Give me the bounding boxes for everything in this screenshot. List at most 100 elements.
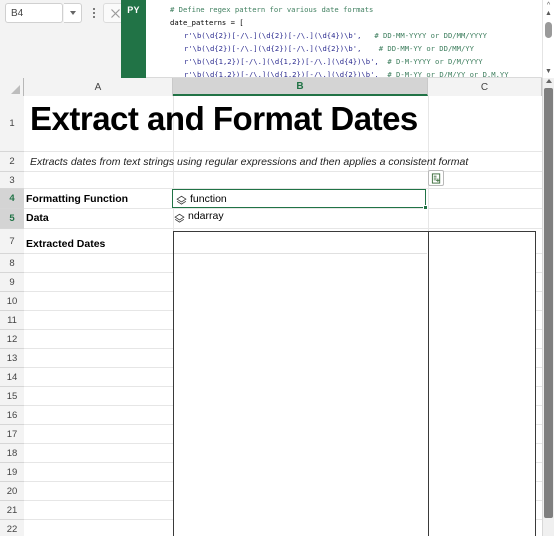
paste-options-icon[interactable] — [428, 170, 444, 186]
code-token: # D-M-YYYY or D/M/YYYY — [378, 57, 483, 66]
row-header-label: 4 — [9, 193, 15, 204]
scroll-up-arrow-icon[interactable] — [546, 79, 552, 83]
cell-value-function: function — [190, 192, 227, 205]
grid-line-horizontal — [24, 208, 542, 209]
column-header-label: B — [296, 80, 304, 92]
row-header-label: 11 — [7, 314, 17, 326]
python-code-editor[interactable]: # Define regex pattern for various date … — [146, 0, 542, 78]
code-line: r'\b(\d{2})[-/\.](\d{2})[-/\.](\d{2})\b'… — [146, 42, 542, 55]
vertical-scroll-thumb[interactable] — [544, 88, 553, 518]
row-header-label: 14 — [6, 371, 18, 383]
code-token: # DD-MM-YY or DD/MM/YY — [361, 44, 474, 53]
scroll-up-arrow-icon[interactable]: ▲ — [545, 10, 552, 18]
kebab-menu-icon — [93, 16, 95, 18]
scroll-collapse-icon[interactable]: ^ — [547, 2, 550, 10]
row-header-4[interactable]: 4 — [0, 189, 24, 209]
row-header-label: 18 — [6, 447, 18, 459]
row-header-9[interactable]: 9 — [0, 273, 24, 292]
code-token: r'\b(\d{1,2})[-/\.](\d{1,2})[-/\.](\d{4}… — [184, 57, 379, 66]
grid-line-horizontal — [24, 151, 542, 152]
row-header-16[interactable]: 16 — [0, 406, 24, 425]
code-token: r'\b(\d{1,2})[-/\.](\d{1,2})[-/\.](\d{2}… — [184, 70, 379, 78]
code-token: r'\b(\d{2})[-/\.](\d{2})[-/\.](\d{2})\b'… — [184, 44, 362, 53]
column-header-label: C — [480, 81, 489, 93]
row-header-label: 8 — [9, 257, 15, 269]
row-header-18[interactable]: 18 — [0, 444, 24, 463]
formula-scroll-thumb[interactable] — [545, 22, 552, 38]
row-header-10[interactable]: 10 — [0, 292, 24, 311]
name-box[interactable]: B4 — [5, 3, 63, 23]
row-header-label: 17 — [6, 428, 18, 440]
row-header-label: 13 — [6, 352, 18, 364]
label-data: Data — [26, 212, 49, 224]
excel-python-window: B4 PY # Define regex pattern for various… — [0, 0, 554, 536]
column-header-a[interactable]: A — [24, 78, 173, 96]
row-header-22[interactable]: 22 — [0, 520, 24, 536]
page-subtitle: Extracts dates from text strings using r… — [30, 156, 469, 168]
name-box-dropdown-button[interactable] — [64, 3, 82, 23]
row-header-label: 12 — [6, 333, 18, 345]
row-header-label: 7 — [9, 235, 15, 247]
python-badge-label: PY — [127, 5, 140, 15]
grid-line-horizontal — [24, 171, 542, 172]
python-object-diamond-icon — [176, 193, 187, 205]
row-header-7[interactable]: 7 — [0, 229, 24, 254]
row-header-label: 21 — [6, 504, 18, 516]
row-header-label: 9 — [9, 276, 15, 288]
row-header-11[interactable]: 11 — [0, 311, 24, 330]
cell-b5-data[interactable]: ndarray — [174, 210, 224, 223]
fill-handle[interactable] — [423, 205, 428, 210]
row-header-label: 20 — [6, 485, 18, 497]
formula-bar-more-options-button[interactable] — [88, 4, 100, 22]
column-header-c[interactable]: C — [428, 78, 542, 96]
code-line: date_patterns = [ — [146, 16, 542, 29]
select-all-corner-button[interactable] — [0, 78, 24, 96]
row-header-label: 22 — [6, 523, 18, 535]
row-headers: 123457891011121314151617181920212223 — [0, 96, 24, 536]
row-header-13[interactable]: 13 — [0, 349, 24, 368]
row-header-label: 1 — [9, 118, 15, 129]
row-header-label: 3 — [9, 174, 15, 186]
cell-value-ndarray: ndarray — [188, 210, 224, 222]
column-headers: A B C — [0, 78, 542, 96]
name-box-value: B4 — [11, 7, 24, 19]
row-header-label: 15 — [6, 390, 18, 402]
row-header-8[interactable]: 8 — [0, 254, 24, 273]
kebab-menu-icon — [93, 8, 95, 10]
row-header-14[interactable]: 14 — [0, 368, 24, 387]
row-header-label: 10 — [6, 295, 18, 307]
chevron-down-icon — [69, 11, 76, 15]
row-header-17[interactable]: 17 — [0, 425, 24, 444]
scroll-down-arrow-icon[interactable]: ▼ — [545, 68, 552, 76]
row-header-2[interactable]: 2 — [0, 152, 24, 172]
formula-bar-region: B4 PY # Define regex pattern for various… — [0, 0, 554, 78]
kebab-menu-icon — [93, 12, 95, 14]
row-header-3[interactable]: 3 — [0, 172, 24, 189]
row-header-15[interactable]: 15 — [0, 387, 24, 406]
code-token: # DD-MM-YYYY or DD/MM/YYYY — [361, 31, 487, 40]
row-header-20[interactable]: 20 — [0, 482, 24, 501]
row-header-12[interactable]: 12 — [0, 330, 24, 349]
row-header-19[interactable]: 19 — [0, 463, 24, 482]
cell-b4-formatting-function[interactable]: function — [172, 189, 428, 210]
code-token: # D-M-YY or D/M/YY or D.M.YY — [378, 70, 509, 78]
row-header-label: 19 — [6, 466, 18, 478]
worksheet-grid[interactable]: Extract and Format Dates Extracts dates … — [24, 96, 542, 536]
row-header-label: 2 — [9, 156, 15, 167]
row-header-label: 5 — [9, 213, 15, 224]
extracted-dates-output-box[interactable] — [173, 231, 536, 536]
formula-bar-scrollbar[interactable]: ^ ▲ ▼ — [542, 0, 554, 78]
output-box-row-divider — [174, 253, 427, 254]
code-line: r'\b(\d{2})[-/\.](\d{2})[-/\.](\d{4})\b'… — [146, 29, 542, 42]
row-header-5[interactable]: 5 — [0, 209, 24, 229]
label-formatting-function: Formatting Function — [26, 193, 129, 205]
column-header-label: A — [94, 81, 102, 93]
code-line: # Define regex pattern for various date … — [146, 3, 542, 16]
column-header-b[interactable]: B — [173, 78, 428, 96]
select-all-triangle-icon — [11, 85, 20, 94]
vertical-scrollbar[interactable] — [542, 78, 554, 536]
row-header-1[interactable]: 1 — [0, 96, 24, 152]
row-header-label: 16 — [6, 409, 18, 421]
row-header-21[interactable]: 21 — [0, 501, 24, 520]
code-line: r'\b(\d{1,2})[-/\.](\d{1,2})[-/\.](\d{2}… — [146, 68, 542, 78]
